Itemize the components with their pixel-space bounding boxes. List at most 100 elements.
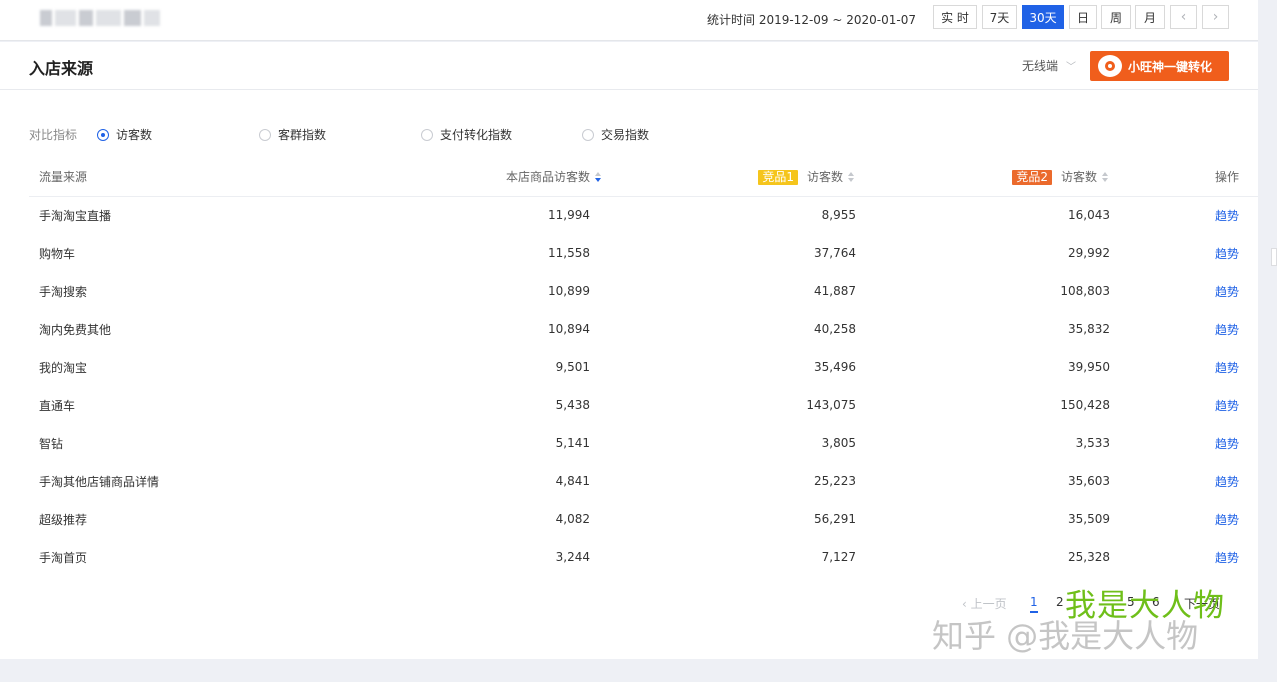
store-visitors-cell: 10,894 <box>548 322 590 336</box>
trend-link[interactable]: 趋势 <box>1110 310 1268 348</box>
device-select[interactable]: 无线端 ﹀ <box>1022 57 1076 74</box>
watermark-zhihu: 知乎 @我是大人物 <box>932 617 1199 655</box>
trend-link[interactable]: 趋势 <box>1110 386 1268 424</box>
col-competitor1-label: 访客数 <box>806 170 843 185</box>
convert-button-label: 小旺神一键转化 <box>1128 59 1213 74</box>
scroll-handle[interactable] <box>1271 248 1277 266</box>
radio-icon <box>421 128 433 141</box>
trend-link[interactable]: 趋势 <box>1110 196 1268 234</box>
competitor1-visitors-cell: 8,955 <box>821 208 856 223</box>
table-row: 智钻 5,141 3,805 3,533 趋势 <box>29 424 1268 462</box>
source-cell: 淘内免费其他 <box>39 322 112 337</box>
next-period-button[interactable]: › <box>1202 5 1229 29</box>
traffic-source-panel: 入店来源 无线端 ﹀ 小旺神一键转化 对比指标 访客数 客群指数 支付转化指数 … <box>0 42 1268 659</box>
trend-link[interactable]: 趋势 <box>1110 538 1268 576</box>
source-cell: 我的淘宝 <box>39 360 88 375</box>
stat-time-range: 统计时间 2019-12-09 ~ 2020-01-07 <box>707 13 916 27</box>
competitor2-visitors-cell: 25,328 <box>1068 550 1110 564</box>
table-row: 手淘首页 3,244 7,127 25,328 趋势 <box>29 538 1268 576</box>
trend-link[interactable]: 趋势 <box>1110 500 1268 538</box>
col-source: 流量来源 <box>39 170 88 185</box>
competitor2-visitors-cell: 39,950 <box>1068 360 1110 374</box>
store-visitors-cell: 3,244 <box>555 550 590 564</box>
compare-metric-label: 对比指标 <box>29 128 78 142</box>
sort-icon <box>595 171 603 184</box>
trend-link[interactable]: 趋势 <box>1110 348 1268 386</box>
radio-label: 交易指数 <box>601 128 650 142</box>
source-cell: 手淘其他店铺商品详情 <box>39 474 160 489</box>
competitor1-visitors-cell: 35,496 <box>814 360 856 374</box>
sort-icon <box>848 171 856 184</box>
store-visitors-cell: 11,994 <box>548 208 590 223</box>
competitor1-visitors-cell: 143,075 <box>806 398 856 412</box>
blurred-logo <box>40 10 161 26</box>
competitor2-visitors-cell: 108,803 <box>1060 284 1110 298</box>
trend-link[interactable]: 趋势 <box>1110 234 1268 272</box>
trend-link[interactable]: 趋势 <box>1110 424 1268 462</box>
radio-visitors[interactable]: 访客数 <box>97 126 152 143</box>
competitor1-visitors-cell: 25,223 <box>814 474 856 488</box>
panel-title: 入店来源 <box>29 59 94 78</box>
range-week-button[interactable]: 周 <box>1101 5 1131 29</box>
source-cell: 购物车 <box>39 246 76 261</box>
traffic-source-table: 流量来源 本店商品访客数 竞品1 访客数 竞品2 访客数 操作 手淘淘宝直播 11,9… <box>29 158 1268 576</box>
prev-period-button[interactable]: ‹ <box>1170 5 1197 29</box>
device-select-value: 无线端 <box>1022 59 1059 73</box>
radio-icon <box>259 128 271 141</box>
radio-trade-index[interactable]: 交易指数 <box>582 126 649 143</box>
table-row: 直通车 5,438 143,075 150,428 趋势 <box>29 386 1268 424</box>
prev-page-button[interactable]: ‹ 上一页 <box>962 595 1007 612</box>
col-competitor2-label: 访客数 <box>1060 170 1097 185</box>
page-right-gutter <box>1258 0 1277 682</box>
range-month-button[interactable]: 月 <box>1135 5 1165 29</box>
table-row: 超级推荐 4,082 56,291 35,509 趋势 <box>29 500 1268 538</box>
col-store-visitors-label: 本店商品访客数 <box>505 170 590 185</box>
competitor2-visitors-cell: 35,832 <box>1068 322 1110 336</box>
table-row: 淘内免费其他 10,894 40,258 35,832 趋势 <box>29 310 1268 348</box>
radio-icon <box>582 128 594 141</box>
range-realtime-button[interactable]: 实 时 <box>933 5 977 29</box>
competitor2-visitors-cell: 29,992 <box>1068 246 1110 260</box>
competitor2-visitors-cell: 35,509 <box>1068 512 1110 526</box>
col-store-visitors[interactable]: 本店商品访客数 <box>289 158 603 196</box>
competitor2-tag: 竞品2 <box>1012 170 1052 186</box>
radio-label: 客群指数 <box>278 128 327 142</box>
col-competitor2-visitors[interactable]: 竞品2 访客数 <box>856 158 1110 196</box>
source-cell: 智钻 <box>39 436 64 451</box>
store-visitors-cell: 9,501 <box>555 360 590 374</box>
range-30day-button[interactable]: 30天 <box>1022 5 1064 29</box>
radio-pay-conversion-index[interactable]: 支付转化指数 <box>421 126 512 143</box>
store-visitors-cell: 5,438 <box>555 398 590 412</box>
source-cell: 超级推荐 <box>39 512 88 527</box>
competitor2-visitors-cell: 3,533 <box>1075 436 1110 450</box>
source-cell: 手淘淘宝直播 <box>39 208 112 223</box>
page-2[interactable]: 2 <box>1056 595 1064 609</box>
competitor2-visitors-cell: 16,043 <box>1068 208 1110 223</box>
table-header-row: 流量来源 本店商品访客数 竞品1 访客数 竞品2 访客数 操作 <box>29 158 1268 196</box>
chevron-down-icon: ﹀ <box>1066 62 1077 73</box>
table-row: 手淘淘宝直播 11,994 8,955 16,043 趋势 <box>29 196 1268 234</box>
trend-link[interactable]: 趋势 <box>1110 462 1268 500</box>
robot-icon <box>1098 55 1122 77</box>
chevron-right-icon: › <box>1212 9 1219 25</box>
range-day-button[interactable]: 日 <box>1069 5 1097 29</box>
one-click-convert-button[interactable]: 小旺神一键转化 <box>1090 51 1229 81</box>
source-cell: 手淘首页 <box>39 550 88 565</box>
table-row: 我的淘宝 9,501 35,496 39,950 趋势 <box>29 348 1268 386</box>
store-visitors-cell: 10,899 <box>548 284 590 298</box>
col-competitor1-visitors[interactable]: 竞品1 访客数 <box>603 158 856 196</box>
radio-customer-index[interactable]: 客群指数 <box>259 126 326 143</box>
sort-icon <box>1102 171 1110 184</box>
source-cell: 直通车 <box>39 398 76 413</box>
competitor2-visitors-cell: 35,603 <box>1068 474 1110 488</box>
panel-header: 入店来源 无线端 ﹀ 小旺神一键转化 <box>0 42 1258 90</box>
competitor1-visitors-cell: 37,764 <box>814 246 856 260</box>
competitor1-visitors-cell: 40,258 <box>814 322 856 336</box>
table-row: 手淘其他店铺商品详情 4,841 25,223 35,603 趋势 <box>29 462 1268 500</box>
store-visitors-cell: 5,141 <box>555 436 590 450</box>
competitor1-visitors-cell: 56,291 <box>814 512 856 526</box>
range-7day-button[interactable]: 7天 <box>982 5 1017 29</box>
source-cell: 手淘搜索 <box>39 284 88 299</box>
trend-link[interactable]: 趋势 <box>1110 272 1268 310</box>
competitor1-visitors-cell: 3,805 <box>821 436 856 450</box>
